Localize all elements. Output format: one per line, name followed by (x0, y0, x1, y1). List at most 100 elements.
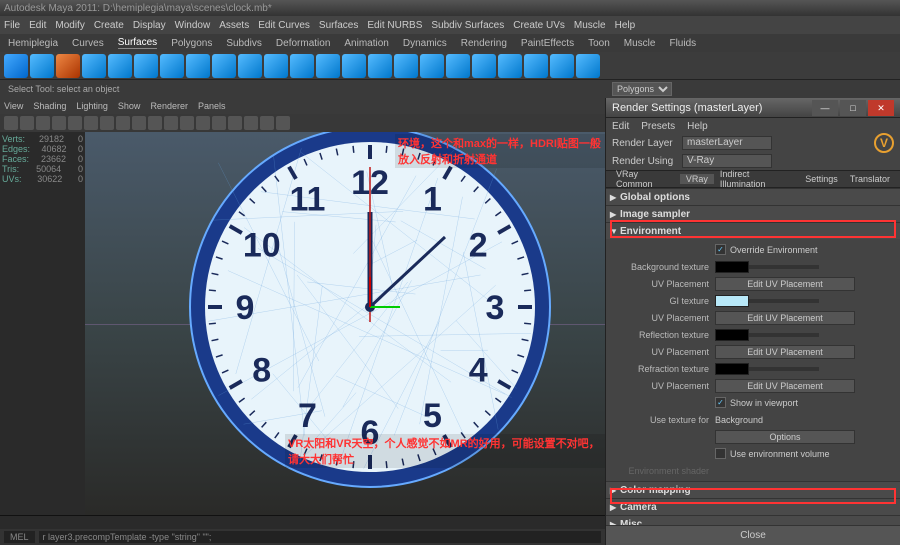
menu-edit[interactable]: Edit (29, 20, 46, 31)
tab-fluids[interactable]: Fluids (669, 38, 696, 49)
tab-muscle[interactable]: Muscle (624, 38, 656, 49)
show-viewport-checkbox[interactable]: ✓ (715, 397, 726, 408)
shelf-icon[interactable] (420, 54, 444, 78)
viewport-canvas[interactable]: 121234567891011 环境，这个和max的一样，HDRI贴图一般放入反… (85, 132, 605, 515)
vp-tool-icon[interactable] (180, 116, 194, 130)
gi-texture-swatch[interactable] (715, 295, 749, 307)
shelf-icon[interactable] (212, 54, 236, 78)
render-layer-dropdown[interactable]: masterLayer (682, 136, 772, 150)
edit-uv-button[interactable]: Edit UV Placement (715, 277, 855, 291)
vp-tool-icon[interactable] (196, 116, 210, 130)
bg-texture-slider[interactable] (749, 265, 819, 269)
refraction-swatch[interactable] (715, 363, 749, 375)
tab-curves[interactable]: Curves (72, 38, 104, 49)
shelf-icon[interactable] (394, 54, 418, 78)
close-button-bottom[interactable]: Close (606, 525, 900, 545)
tab-dynamics[interactable]: Dynamics (403, 38, 447, 49)
shelf-icon[interactable] (498, 54, 522, 78)
menu-edit-curves[interactable]: Edit Curves (258, 20, 310, 31)
shelf-icon[interactable] (342, 54, 366, 78)
menu-surfaces[interactable]: Surfaces (319, 20, 358, 31)
env-volume-checkbox[interactable] (715, 448, 726, 459)
edit-uv-button[interactable]: Edit UV Placement (715, 311, 855, 325)
shelf-icon[interactable] (472, 54, 496, 78)
vp-tool-icon[interactable] (212, 116, 226, 130)
shelf-icon[interactable] (550, 54, 574, 78)
section-image-sampler[interactable]: ▶Image sampler (606, 206, 900, 222)
shelf-icon[interactable] (134, 54, 158, 78)
edit-uv-button[interactable]: Edit UV Placement (715, 379, 855, 393)
section-global-options[interactable]: ▶Global options (606, 189, 900, 205)
vp-tool-icon[interactable] (4, 116, 18, 130)
shelf-icon[interactable] (160, 54, 184, 78)
tab-animation[interactable]: Animation (344, 38, 388, 49)
vp-menu-view[interactable]: View (4, 101, 23, 111)
shelf-icon[interactable] (238, 54, 262, 78)
tab-rendering[interactable]: Rendering (461, 38, 507, 49)
vp-tool-icon[interactable] (116, 116, 130, 130)
vp-menu-show[interactable]: Show (118, 101, 141, 111)
menu-assets[interactable]: Assets (219, 20, 249, 31)
options-button[interactable]: Options (715, 430, 855, 444)
vp-tool-icon[interactable] (148, 116, 162, 130)
panel-menu-help[interactable]: Help (687, 121, 708, 132)
tab-hemiplegia[interactable]: Hemiplegia (8, 38, 58, 49)
edit-uv-button[interactable]: Edit UV Placement (715, 345, 855, 359)
tab-translator[interactable]: Translator (844, 174, 896, 184)
maximize-button[interactable]: □ (840, 100, 866, 116)
section-camera[interactable]: ▶Camera (606, 499, 900, 515)
tab-surfaces[interactable]: Surfaces (118, 37, 157, 49)
section-misc[interactable]: ▶Misc (606, 516, 900, 525)
shelf-icon[interactable] (4, 54, 28, 78)
tab-vray[interactable]: VRay (680, 174, 714, 184)
panel-menu-edit[interactable]: Edit (612, 121, 629, 132)
menu-window[interactable]: Window (175, 20, 211, 31)
vp-menu-panels[interactable]: Panels (198, 101, 226, 111)
shelf-icon[interactable] (316, 54, 340, 78)
shelf-icon[interactable] (82, 54, 106, 78)
vp-tool-icon[interactable] (228, 116, 242, 130)
vp-tool-icon[interactable] (68, 116, 82, 130)
vp-tool-icon[interactable] (244, 116, 258, 130)
bg-texture-swatch[interactable] (715, 261, 749, 273)
reflection-swatch[interactable] (715, 329, 749, 341)
tab-settings[interactable]: Settings (799, 174, 844, 184)
section-color-mapping[interactable]: ▶Color mapping (606, 482, 900, 498)
menu-create[interactable]: Create (94, 20, 124, 31)
vp-tool-icon[interactable] (276, 116, 290, 130)
vp-menu-lighting[interactable]: Lighting (76, 101, 108, 111)
tab-indirect-illum[interactable]: Indirect Illumination (714, 169, 799, 189)
shading-dropdown[interactable]: Polygons (612, 82, 672, 96)
section-environment[interactable]: ▼Environment (606, 223, 900, 239)
shelf-icon[interactable] (368, 54, 392, 78)
use-texture-dropdown[interactable]: Background (715, 415, 763, 425)
vp-tool-icon[interactable] (100, 116, 114, 130)
vp-tool-icon[interactable] (52, 116, 66, 130)
tab-polygons[interactable]: Polygons (171, 38, 212, 49)
menu-subdiv[interactable]: Subdiv Surfaces (431, 20, 504, 31)
menu-create-uvs[interactable]: Create UVs (513, 20, 565, 31)
vp-menu-renderer[interactable]: Renderer (150, 101, 188, 111)
menu-help[interactable]: Help (615, 20, 636, 31)
vp-tool-icon[interactable] (260, 116, 274, 130)
gi-texture-slider[interactable] (749, 299, 819, 303)
vp-tool-icon[interactable] (164, 116, 178, 130)
timeline[interactable] (0, 515, 605, 529)
tab-vray-common[interactable]: VRay Common (610, 169, 680, 189)
shelf-icon[interactable] (524, 54, 548, 78)
menu-display[interactable]: Display (133, 20, 166, 31)
shelf-icon[interactable] (290, 54, 314, 78)
shelf-icon[interactable] (576, 54, 600, 78)
shelf-icon[interactable] (186, 54, 210, 78)
tab-toon[interactable]: Toon (588, 38, 610, 49)
close-button[interactable]: ✕ (868, 100, 894, 116)
menu-modify[interactable]: Modify (55, 20, 84, 31)
panel-menu-presets[interactable]: Presets (641, 121, 675, 132)
vp-tool-icon[interactable] (84, 116, 98, 130)
vp-tool-icon[interactable] (20, 116, 34, 130)
render-using-dropdown[interactable]: V-Ray (682, 154, 772, 168)
shelf-icon[interactable] (446, 54, 470, 78)
tab-deformation[interactable]: Deformation (276, 38, 330, 49)
menu-edit-nurbs[interactable]: Edit NURBS (367, 20, 422, 31)
shelf-icon[interactable] (30, 54, 54, 78)
